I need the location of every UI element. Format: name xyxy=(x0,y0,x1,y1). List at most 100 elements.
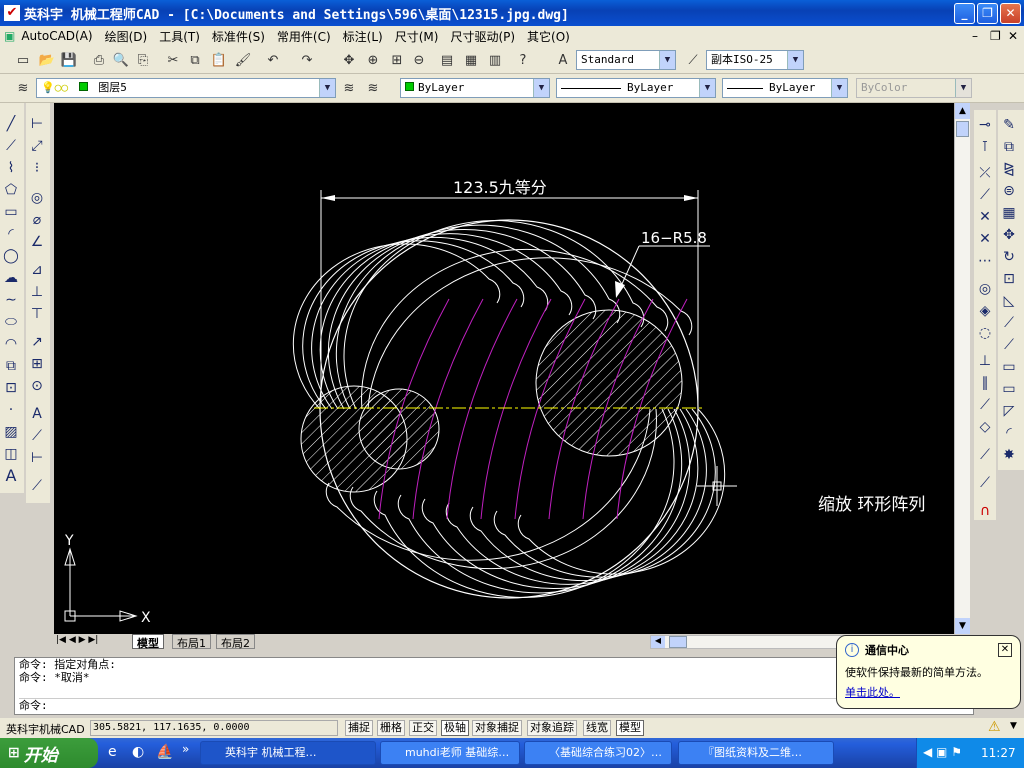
layer-previous-icon[interactable]: ≋ xyxy=(362,77,384,99)
menu-autocad[interactable]: AutoCAD(A) xyxy=(15,29,98,43)
linear-dimension-icon[interactable]: ⊢ xyxy=(26,113,48,135)
design-center-icon[interactable]: ▦ xyxy=(460,49,482,71)
undo-icon[interactable]: ↶ xyxy=(262,49,284,71)
fillet-icon[interactable]: ◜ xyxy=(998,422,1020,444)
chamfer-icon[interactable]: ◸ xyxy=(998,400,1020,422)
print-icon[interactable]: ⎙ xyxy=(88,49,110,71)
angular-dimension-icon[interactable]: ∠ xyxy=(26,231,48,253)
radius-dimension-icon[interactable]: ◎ xyxy=(26,187,48,209)
dimension-style-icon[interactable]: ⟋ xyxy=(26,475,48,497)
menu-other[interactable]: 其它(O) xyxy=(521,28,576,45)
pan-icon[interactable]: ✥ xyxy=(338,49,360,71)
snap-none-icon[interactable]: ◇ xyxy=(974,416,996,438)
command-prompt[interactable]: 命令: xyxy=(19,698,973,712)
toggle-otrack[interactable]: 对象追踪 xyxy=(527,720,577,736)
tray-icons[interactable]: ◀ ▣ ⚑ xyxy=(923,745,962,759)
tool-palette-icon[interactable]: ▥ xyxy=(484,49,506,71)
revision-cloud-icon[interactable]: ☁ xyxy=(0,267,22,289)
command-window[interactable]: 命令: 指定对角点: 命令: *取消* 命令: xyxy=(14,657,974,715)
join-icon[interactable]: ▭ xyxy=(998,378,1020,400)
snap-tangent-icon[interactable]: ◎ xyxy=(974,278,996,300)
snap-endpoint-icon[interactable]: ⊸ xyxy=(974,114,996,136)
help-icon[interactable]: ? xyxy=(512,49,534,71)
stretch-icon[interactable]: ◺ xyxy=(998,290,1020,312)
mdi-close-button[interactable]: ✕ xyxy=(1008,29,1018,43)
snap-insert-icon[interactable]: ⊥ xyxy=(974,350,996,372)
task-exercise[interactable]: 〈基础综合练习02〉… xyxy=(524,741,672,765)
quicklaunch-more-icon[interactable]: » xyxy=(182,742,189,756)
tab-nav-arrows-icon[interactable]: |◀ ◀ ▶ ▶| xyxy=(56,635,98,645)
toggle-ortho[interactable]: 正交 xyxy=(409,720,437,736)
point-icon[interactable]: · xyxy=(0,399,22,421)
mirror-icon[interactable]: ⧎ xyxy=(998,158,1020,180)
zoom-realtime-icon[interactable]: ⊕ xyxy=(362,49,384,71)
open-file-icon[interactable]: 📂 xyxy=(36,49,58,71)
snap-nearest-icon[interactable]: ⟋ xyxy=(974,394,996,416)
toggle-model[interactable]: 模型 xyxy=(616,720,644,736)
ordinate-dimension-icon[interactable]: ⁝ xyxy=(26,157,48,179)
snap-settings-icon[interactable]: ⟋ xyxy=(974,444,996,466)
menu-annotate[interactable]: 标注(L) xyxy=(337,28,389,45)
cut-icon[interactable]: ✂ xyxy=(162,49,184,71)
start-button[interactable]: ⊞ 开始 xyxy=(0,738,98,768)
snap-center-icon[interactable]: ✕ xyxy=(974,228,996,250)
tolerance-icon[interactable]: ⊞ xyxy=(26,353,48,375)
snap-extension-icon[interactable]: ⟋ xyxy=(974,184,996,206)
scale-icon[interactable]: ⊡ xyxy=(998,268,1020,290)
dimension-edit-icon[interactable]: A xyxy=(26,403,48,425)
menu-dim-driven[interactable]: 尺寸驱动(P) xyxy=(444,28,521,45)
multiline-text-icon[interactable]: A xyxy=(0,465,22,487)
toggle-osnap[interactable]: 对象捕捉 xyxy=(472,720,522,736)
tab-layout2[interactable]: 布局2 xyxy=(216,634,255,650)
construction-line-icon[interactable]: ⟋ xyxy=(0,135,22,157)
text-style-select[interactable]: Standard ▼ xyxy=(576,50,676,70)
scroll-left-arrow-icon[interactable]: ◀ xyxy=(651,636,665,648)
scroll-thumb[interactable] xyxy=(956,121,969,137)
aligned-dimension-icon[interactable]: ⤢ xyxy=(26,135,48,157)
continue-dimension-icon[interactable]: ⊤ xyxy=(26,303,48,325)
extend-icon[interactable]: ⟋ xyxy=(998,334,1020,356)
trim-icon[interactable]: ⟋ xyxy=(998,312,1020,334)
hatch-icon[interactable]: ▨ xyxy=(0,421,22,443)
rotate-icon[interactable]: ↻ xyxy=(998,246,1020,268)
color-select[interactable]: ByLayer ▼ xyxy=(400,78,550,98)
snap-parallel-icon[interactable]: ∥ xyxy=(974,372,996,394)
balloon-close-icon[interactable]: ✕ xyxy=(998,643,1012,657)
paste-icon[interactable]: 📋 xyxy=(208,49,230,71)
snap-quadrant-icon[interactable]: ⋯ xyxy=(974,250,996,272)
make-current-layer-icon[interactable]: ≋ xyxy=(338,77,360,99)
balloon-link[interactable]: 单击此处。 xyxy=(845,684,1012,700)
menu-common-parts[interactable]: 常用件(C) xyxy=(271,28,337,45)
dimension-text-edit-icon[interactable]: ⟋ xyxy=(26,425,48,447)
dimension-update-icon[interactable]: ⊢ xyxy=(26,447,48,469)
quicklaunch-icon[interactable]: ⛵ xyxy=(156,744,173,760)
menu-dimension[interactable]: 尺寸(M) xyxy=(389,28,445,45)
publish-icon[interactable]: ⎘ xyxy=(132,49,154,71)
polyline-icon[interactable]: ⌇ xyxy=(0,157,22,179)
tab-layout1[interactable]: 布局1 xyxy=(172,634,211,650)
center-mark-icon[interactable]: ⊙ xyxy=(26,375,48,397)
offset-icon[interactable]: ⊜ xyxy=(998,180,1020,202)
erase-icon[interactable]: ✎ xyxy=(998,114,1020,136)
baseline-dimension-icon[interactable]: ⊥ xyxy=(26,281,48,303)
match-properties-icon[interactable]: 🖌 xyxy=(232,49,254,71)
array-icon[interactable]: ▦ xyxy=(998,202,1020,224)
diameter-dimension-icon[interactable]: ⌀ xyxy=(26,209,48,231)
scroll-down-arrow-icon[interactable]: ▼ xyxy=(955,618,970,634)
snap-from-icon[interactable]: ∩ xyxy=(974,500,996,522)
region-icon[interactable]: ◫ xyxy=(0,443,22,465)
layer-manager-icon[interactable]: ≋ xyxy=(12,77,34,99)
save-icon[interactable]: 💾 xyxy=(58,49,80,71)
polygon-icon[interactable]: ⬠ xyxy=(0,179,22,201)
quick-dimension-icon[interactable]: ⊿ xyxy=(26,259,48,281)
redo-icon[interactable]: ↷ xyxy=(296,49,318,71)
zoom-window-icon[interactable]: ⊞ xyxy=(386,49,408,71)
status-menu-arrow-icon[interactable]: ▼ xyxy=(1010,721,1017,731)
maximize-button[interactable]: ❐ xyxy=(977,3,998,24)
drawing-canvas[interactable]: 123.5九等分 16−R5.8 缩放 环形阵列 X Y xyxy=(54,103,954,634)
snap-intersection-icon[interactable]: ⤫ xyxy=(974,162,996,184)
minimize-button[interactable]: _ xyxy=(954,3,975,24)
dim-style-select[interactable]: 副本ISO-25 ▼ xyxy=(706,50,804,70)
tab-model[interactable]: 模型 xyxy=(132,634,164,650)
leader-icon[interactable]: ↗ xyxy=(26,331,48,353)
